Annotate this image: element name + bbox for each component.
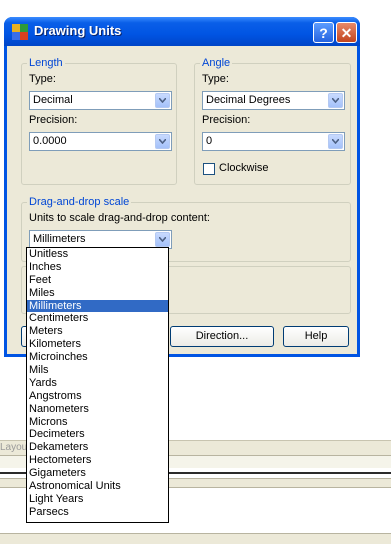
close-icon: ✕: [340, 25, 353, 41]
clockwise-checkbox[interactable]: [203, 163, 215, 175]
length-type-value: Decimal: [33, 94, 73, 106]
unit-option[interactable]: Parsecs: [27, 506, 168, 519]
unit-option[interactable]: Mils: [27, 364, 168, 377]
unit-option[interactable]: Miles: [27, 287, 168, 300]
length-precision-label: Precision:: [29, 114, 78, 126]
angle-type-label: Type:: [202, 73, 229, 85]
scale-units-value: Millimeters: [33, 233, 86, 245]
chevron-down-icon[interactable]: [155, 134, 170, 149]
direction-button[interactable]: Direction...: [170, 326, 274, 347]
angle-precision-value: 0: [206, 135, 213, 147]
length-group: Length Type: Decimal Precision: 0.0000: [21, 57, 177, 185]
unit-option[interactable]: Kilometers: [27, 338, 168, 351]
length-type-select[interactable]: Decimal: [29, 91, 172, 110]
background-bottom-bar: [0, 533, 391, 544]
title-bar[interactable]: Drawing Units ? ✕: [4, 17, 360, 46]
length-type-label: Type:: [29, 73, 56, 85]
unit-option[interactable]: Microinches: [27, 351, 168, 364]
chevron-down-icon[interactable]: [155, 232, 170, 247]
chevron-down-icon[interactable]: [328, 134, 343, 149]
help-button[interactable]: Help: [283, 326, 349, 347]
unit-option[interactable]: Millimeters: [27, 299, 168, 313]
unit-option[interactable]: Yards: [27, 377, 168, 390]
angle-type-value: Decimal Degrees: [206, 94, 291, 106]
unit-option[interactable]: Microns: [27, 416, 168, 429]
angle-type-select[interactable]: Decimal Degrees: [202, 91, 345, 110]
chevron-down-icon[interactable]: [328, 93, 343, 108]
scale-group-title: Drag-and-drop scale: [27, 196, 132, 208]
unit-option[interactable]: Nanometers: [27, 403, 168, 416]
unit-option[interactable]: Gigameters: [27, 467, 168, 480]
unit-option[interactable]: Astronomical Units: [27, 480, 168, 493]
angle-group-title: Angle: [200, 57, 233, 69]
units-dropdown-list[interactable]: Unitless Inches Feet Miles Millimeters Centim…: [26, 247, 169, 523]
unit-option[interactable]: Unitless: [27, 248, 168, 261]
unit-option[interactable]: Light Years: [27, 493, 168, 506]
length-group-title: Length: [27, 57, 65, 69]
question-icon: ?: [319, 25, 328, 41]
clockwise-label[interactable]: Clockwise: [219, 162, 269, 174]
layout-tab-label[interactable]: Layou: [0, 442, 27, 453]
unit-option[interactable]: Hectometers: [27, 454, 168, 467]
unit-option[interactable]: Inches: [27, 261, 168, 274]
unit-option[interactable]: Dekameters: [27, 441, 168, 454]
unit-option[interactable]: Angstroms: [27, 390, 168, 403]
angle-precision-select[interactable]: 0: [202, 132, 345, 151]
angle-group: Angle Type: Decimal Degrees Precision: 0…: [194, 57, 351, 185]
dialog-title: Drawing Units: [34, 23, 122, 38]
unit-option[interactable]: Decimeters: [27, 428, 168, 441]
scale-units-label: Units to scale drag-and-drop content:: [29, 212, 210, 224]
length-precision-value: 0.0000: [33, 135, 67, 147]
chevron-down-icon[interactable]: [155, 93, 170, 108]
unit-option[interactable]: Centimeters: [27, 312, 168, 325]
help-title-button[interactable]: ?: [313, 22, 334, 43]
length-precision-select[interactable]: 0.0000: [29, 132, 172, 151]
app-icon: [12, 24, 28, 40]
unit-option[interactable]: Meters: [27, 325, 168, 338]
close-button[interactable]: ✕: [336, 22, 357, 43]
angle-precision-label: Precision:: [202, 114, 251, 126]
unit-option[interactable]: Feet: [27, 274, 168, 287]
